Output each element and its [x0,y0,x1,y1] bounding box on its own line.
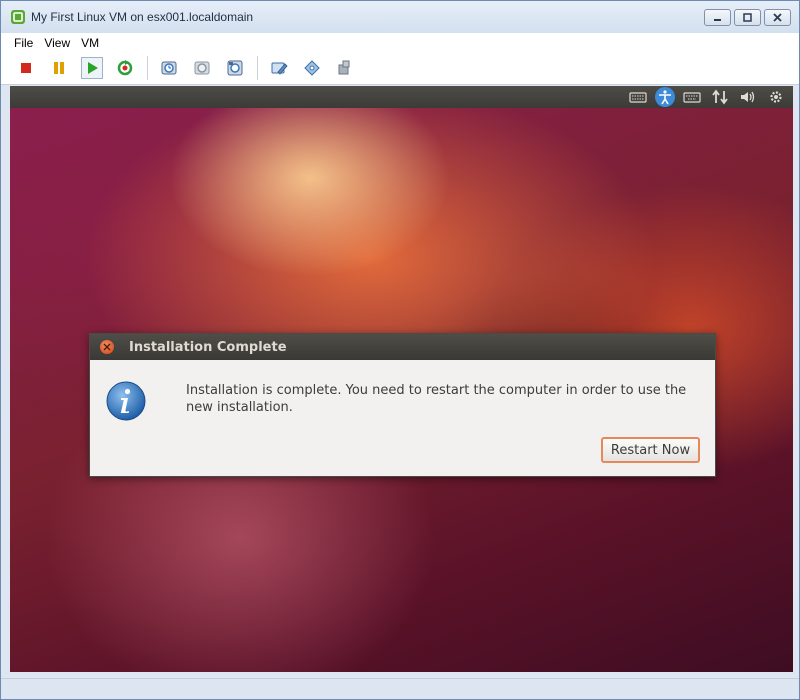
close-icon [103,343,111,351]
window-title: My First Linux VM on esx001.localdomain [31,10,254,24]
toolbar [1,52,799,85]
gear-icon [770,91,782,103]
vsphere-console-icon [11,10,25,24]
reset-button[interactable] [114,57,136,79]
keyboard-icon [629,92,647,103]
close-icon [773,13,782,22]
snapshot-manager-button[interactable] [224,57,246,79]
toolbar-separator [147,56,148,80]
accessibility-icon [659,90,671,105]
snapshot-button[interactable] [158,57,180,79]
dialog-close-button[interactable] [100,340,114,354]
suspend-button[interactable] [48,57,70,79]
minimize-icon [714,19,721,21]
minimize-button[interactable] [704,9,731,26]
power-on-button[interactable] [81,57,103,79]
cd-dvd-button[interactable] [301,57,323,79]
snapshot-manager-icon [227,60,243,76]
network-indicator[interactable] [709,87,731,107]
dialog-message: Installation is complete. You need to re… [186,383,687,415]
restore-icon [743,13,752,22]
usb-button[interactable] [334,57,356,79]
close-button[interactable] [764,9,791,26]
dialog-title-bar[interactable]: Installation Complete [90,334,715,360]
cd-dvd-icon [304,60,320,76]
status-bar [1,678,799,699]
volume-icon [741,91,755,103]
session-indicator[interactable] [765,87,787,107]
revert-snapshot-icon [194,61,210,75]
keyboard-indicator[interactable] [627,87,649,107]
volume-indicator[interactable] [737,87,759,107]
edit-settings-icon [271,62,288,75]
title-bar[interactable]: My First Linux VM on esx001.localdomain [1,1,799,33]
power-off-button[interactable] [15,57,37,79]
toolbar-separator [257,56,258,80]
edit-settings-button[interactable] [268,57,290,79]
window-controls [704,9,791,26]
dialog-title: Installation Complete [129,339,287,355]
menu-bar: File View VM [1,33,799,52]
network-icon [712,89,728,105]
vm-console-window: My First Linux VM on esx001.localdomain … [0,0,800,700]
guest-top-panel [10,86,793,108]
keyboard-layout-icon [683,92,701,103]
restart-now-button[interactable]: Restart Now [601,437,700,463]
power-off-icon [21,63,31,73]
snapshot-icon [161,61,177,75]
usb-icon [338,60,350,75]
menu-file[interactable]: File [14,36,33,50]
installation-complete-dialog: Installation Complete Installation is co… [89,333,716,477]
revert-snapshot-button[interactable] [191,57,213,79]
keyboard-layout-indicator[interactable] [681,87,703,107]
power-on-icon [88,62,98,74]
restore-button[interactable] [734,9,761,26]
info-icon [106,381,146,421]
menu-vm[interactable]: VM [81,36,99,50]
menu-view[interactable]: View [44,36,70,50]
reset-icon [117,60,133,76]
accessibility-indicator[interactable] [655,87,675,107]
vm-screen[interactable]: Installation Complete Installation is co… [10,86,793,672]
suspend-icon [54,62,64,74]
